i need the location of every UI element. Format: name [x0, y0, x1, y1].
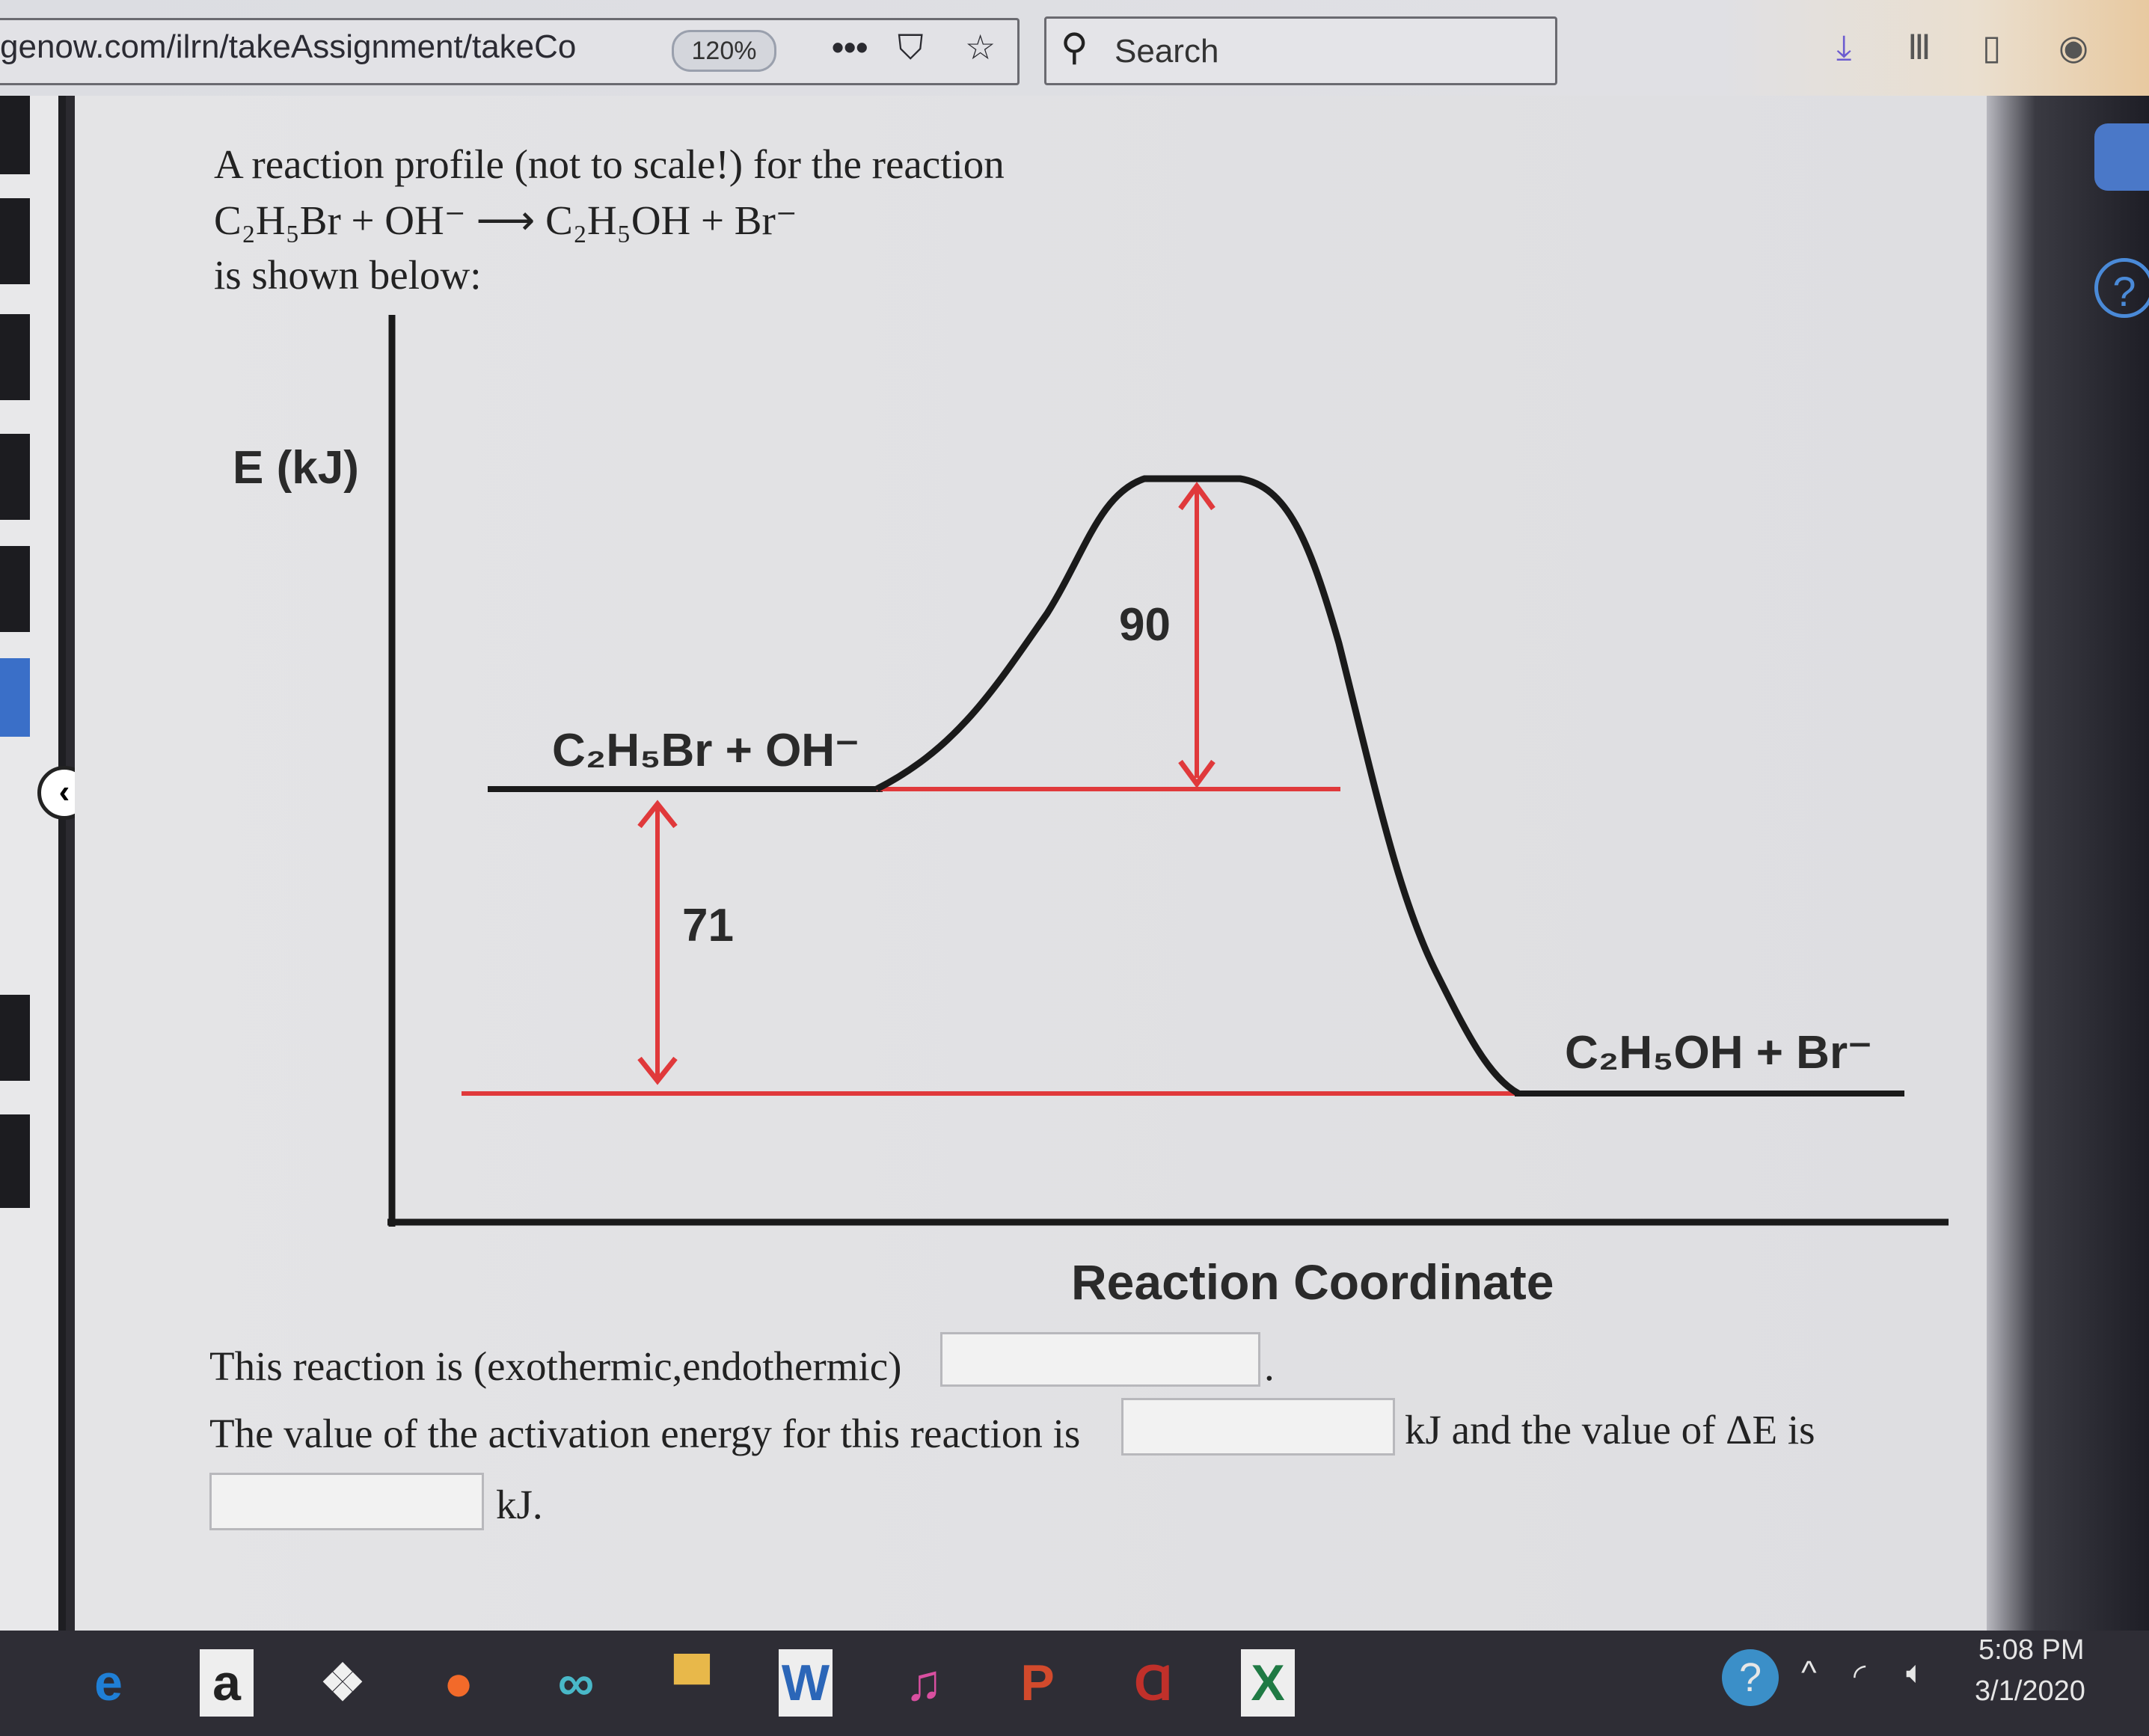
- taskbar-excel-icon[interactable]: X: [1241, 1649, 1295, 1717]
- taskbar-file-explorer-icon[interactable]: ▀: [658, 1649, 726, 1717]
- delta-e-value: 71: [682, 900, 734, 951]
- q3-after-text: kJ.: [496, 1482, 543, 1527]
- taskbar-infinity-icon[interactable]: ∞: [542, 1649, 610, 1717]
- clock-time[interactable]: 5:08 PM: [1978, 1634, 2085, 1666]
- y-axis-label: E (kJ): [233, 442, 359, 494]
- taskbar-edge-icon[interactable]: e: [75, 1649, 142, 1717]
- q2-text: The value of the activation energy for t…: [209, 1411, 1081, 1456]
- products-label: C₂H₅OH + Br⁻: [1565, 1027, 1872, 1079]
- taskbar-amazon-icon[interactable]: a: [200, 1649, 254, 1717]
- speaker-icon[interactable]: 🔈︎: [1906, 1654, 1925, 1691]
- taskbar-firefox-icon[interactable]: ●: [425, 1649, 492, 1717]
- taskbar-dropbox-icon[interactable]: ❖: [309, 1649, 376, 1717]
- delta-e-input[interactable]: [209, 1473, 484, 1530]
- taskbar-itunes-icon[interactable]: ♫: [890, 1649, 957, 1717]
- q2-after-text: kJ and the value of ΔE is: [1405, 1407, 1815, 1453]
- x-axis-label: Reaction Coordinate: [1071, 1254, 1554, 1310]
- activation-energy-input[interactable]: [1121, 1398, 1395, 1456]
- reaction-type-input[interactable]: [940, 1332, 1260, 1387]
- wifi-icon[interactable]: ◜: [1854, 1657, 1866, 1693]
- show-hidden-icons-chevron-icon[interactable]: ^: [1801, 1654, 1817, 1692]
- help-tray-icon[interactable]: ?: [1722, 1649, 1779, 1706]
- taskbar-acrobat-icon[interactable]: Ɑ: [1120, 1649, 1187, 1717]
- activation-energy-value: 90: [1119, 599, 1171, 651]
- taskbar-powerpoint-icon[interactable]: P: [1004, 1649, 1071, 1717]
- q1-text: This reaction is (exothermic,endothermic…: [209, 1343, 902, 1389]
- clock-date[interactable]: 3/1/2020: [1975, 1675, 2085, 1708]
- q1-period: .: [1264, 1343, 1275, 1389]
- reactants-label: C₂H₅Br + OH⁻: [552, 725, 859, 776]
- taskbar-word-icon[interactable]: W: [779, 1649, 833, 1717]
